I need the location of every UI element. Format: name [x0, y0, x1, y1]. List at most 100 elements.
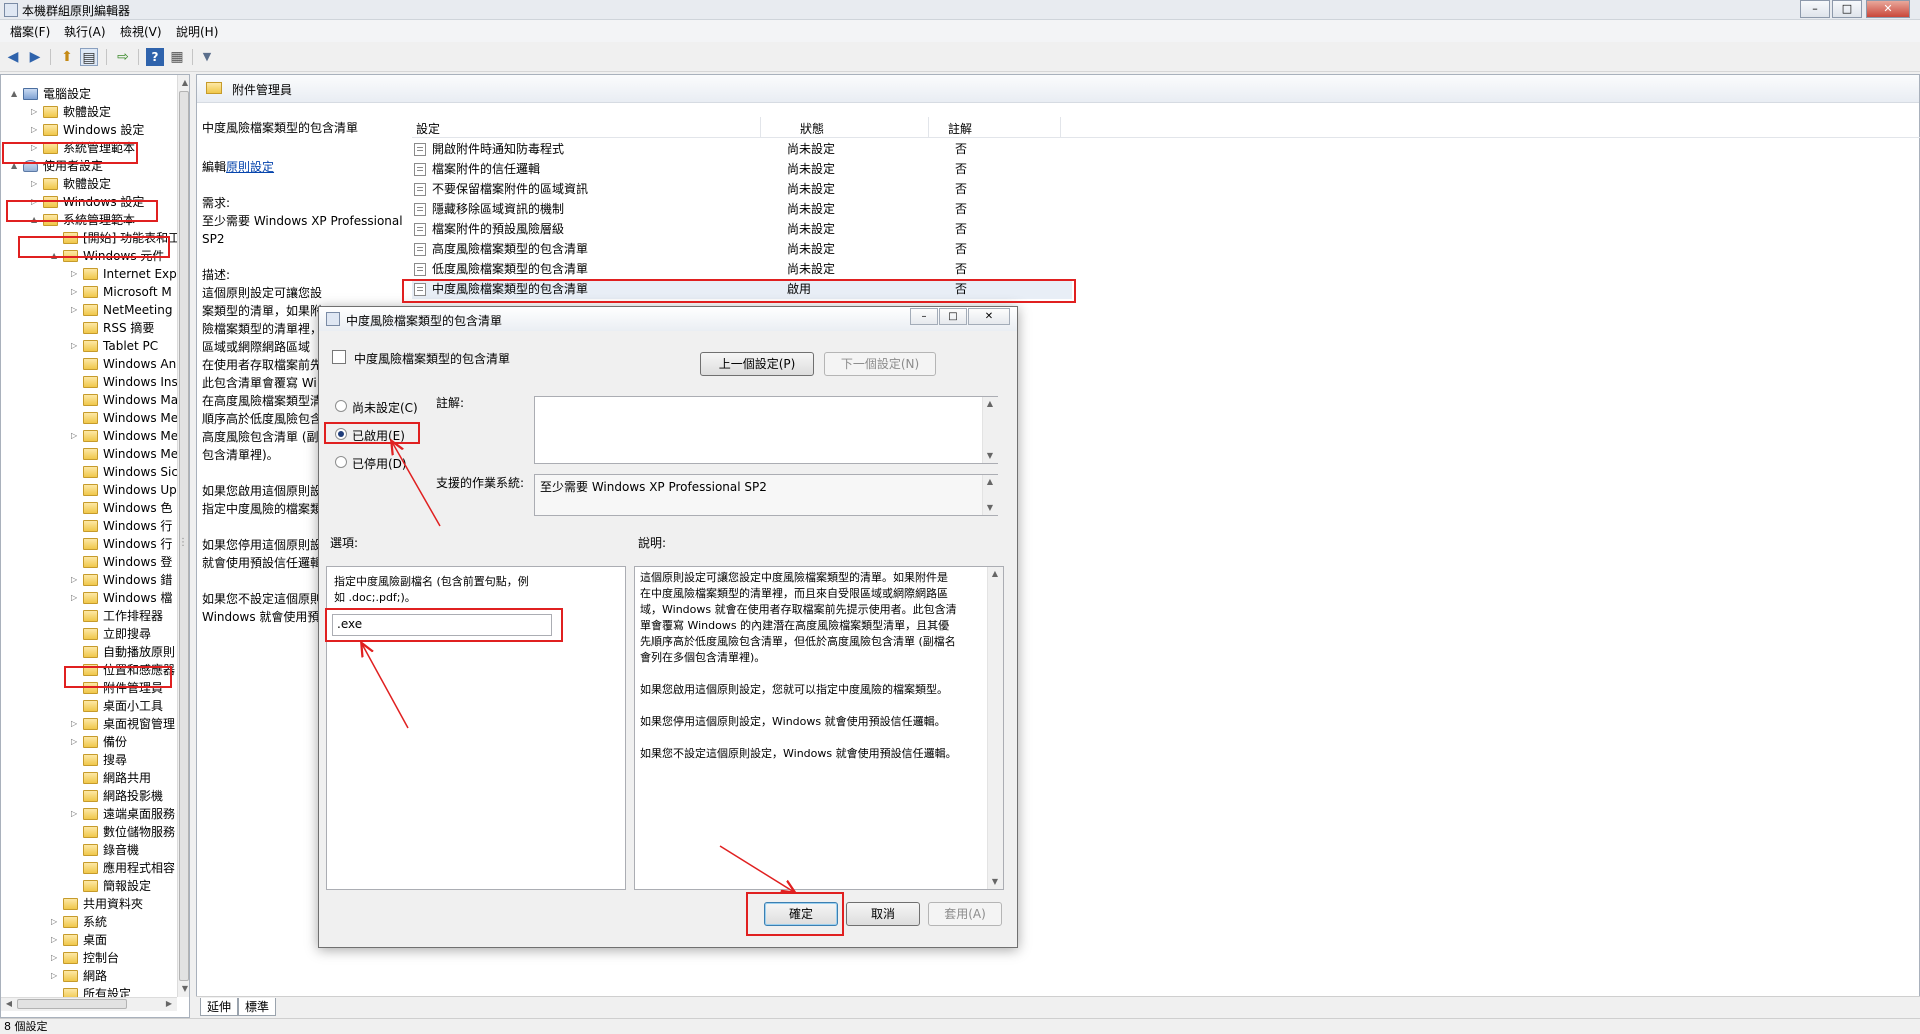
dialog-close-button[interactable]: ✕	[968, 308, 1010, 325]
tree-node[interactable]: ▷ Internet Expl	[1, 265, 180, 283]
tree-node[interactable]: Windows Ins	[1, 373, 178, 391]
tree-node[interactable]: 數位儲物服務	[1, 823, 177, 841]
properties-icon[interactable]: ▦	[168, 48, 186, 66]
setting-row[interactable]: 高度風險檔案類型的包含清單 尚未設定 否	[412, 239, 1072, 259]
tree-node[interactable]: 網路共用	[1, 769, 177, 787]
tree-node[interactable]: 錄音機	[1, 841, 177, 859]
expand-arrow-icon[interactable]: ▷	[31, 121, 41, 139]
expand-arrow-icon[interactable]: ▷	[71, 265, 81, 283]
tree-node[interactable]: ▷ Windows 錯	[1, 571, 177, 589]
tree-node[interactable]: ▷ Microsoft M	[1, 283, 177, 301]
tree-node[interactable]: ▷ 控制台	[1, 949, 177, 967]
scroll-down-arrow-icon[interactable]: ▼	[983, 501, 997, 515]
expand-arrow-icon[interactable]: ▷	[31, 175, 41, 193]
edit-policy-link[interactable]: 原則設定	[226, 160, 274, 174]
tree-node[interactable]: 簡報設定	[1, 877, 177, 895]
tree-node[interactable]: ▷ 備份	[1, 733, 177, 751]
scroll-up-arrow-icon[interactable]: ▲	[983, 397, 997, 411]
tree-node[interactable]: Windows Me	[1, 445, 178, 463]
scroll-right-arrow-icon[interactable]: ▶	[162, 997, 176, 1011]
tree-node[interactable]: ▷ Windows 檔	[1, 589, 177, 607]
tree-node[interactable]: Windows 行	[1, 517, 177, 535]
apply-button[interactable]: 套用(A)	[928, 902, 1002, 926]
menu-help[interactable]: 說明(H)	[172, 23, 222, 40]
expand-arrow-icon[interactable]: ▷	[51, 931, 61, 949]
expand-arrow-icon[interactable]: ▷	[51, 913, 61, 931]
column-separator[interactable]	[760, 117, 761, 137]
setting-row[interactable]: 低度風險檔案類型的包含清單 尚未設定 否	[412, 259, 1072, 279]
setting-row[interactable]: 隱藏移除區域資訊的機制 尚未設定 否	[412, 199, 1072, 219]
scroll-up-arrow-icon[interactable]: ▲	[983, 475, 997, 489]
tree-node[interactable]: ▷ NetMeeting	[1, 301, 177, 319]
menu-action[interactable]: 執行(A)	[60, 23, 110, 40]
tree-node[interactable]: ▷ 網路	[1, 967, 177, 985]
tree-node[interactable]: ▷ Tablet PC	[1, 337, 177, 355]
dialog-maximize-button[interactable]: □	[939, 308, 967, 325]
forward-arrow-icon[interactable]: ▶	[26, 48, 44, 66]
radio-disabled-label[interactable]: 已停用(D)	[352, 455, 407, 472]
expand-arrow-icon[interactable]: ▷	[71, 283, 81, 301]
next-setting-button[interactable]: 下一個設定(N)	[824, 352, 936, 376]
expand-arrow-icon[interactable]: ▷	[71, 301, 81, 319]
scroll-left-arrow-icon[interactable]: ◀	[2, 997, 16, 1011]
collapse-arrow-icon[interactable]: ▲	[11, 85, 21, 103]
help-icon[interactable]: ?	[146, 48, 164, 66]
tree-node[interactable]: Windows An	[1, 355, 177, 373]
tree-node[interactable]: Windows Ma	[1, 391, 178, 409]
scroll-up-arrow-icon[interactable]: ▲	[178, 76, 189, 90]
tree-node[interactable]: RSS 摘要	[1, 319, 177, 337]
tree-node[interactable]: 桌面小工具	[1, 697, 177, 715]
tree-hscroll-thumb[interactable]	[17, 999, 127, 1009]
expand-arrow-icon[interactable]: ▷	[71, 427, 81, 445]
column-header-setting[interactable]: 設定	[416, 120, 440, 137]
up-folder-icon[interactable]: ⬆	[58, 48, 76, 66]
expand-arrow-icon[interactable]: ▷	[71, 733, 81, 751]
tree-node[interactable]: 立即搜尋	[1, 625, 177, 643]
expand-arrow-icon[interactable]: ▷	[71, 715, 81, 733]
tree-node[interactable]: Windows 登	[1, 553, 177, 571]
expand-arrow-icon[interactable]: ▷	[71, 589, 81, 607]
tree-node[interactable]: Windows 色	[1, 499, 177, 517]
setting-row[interactable]: 開啟附件時通知防毒程式 尚未設定 否	[412, 139, 1072, 159]
minimize-button[interactable]: –	[1800, 0, 1830, 18]
tree-node[interactable]: 工作排程器	[1, 607, 177, 625]
back-arrow-icon[interactable]: ◀	[4, 48, 22, 66]
column-separator[interactable]	[928, 117, 929, 137]
cancel-button[interactable]: 取消	[846, 902, 920, 926]
tree-node[interactable]: 自動播放原則	[1, 643, 177, 661]
filter-icon[interactable]: ▼	[198, 48, 216, 66]
expand-arrow-icon[interactable]: ▷	[51, 949, 61, 967]
tree-node[interactable]: 共用資料夾	[1, 895, 177, 913]
tree-node[interactable]: 搜尋	[1, 751, 177, 769]
radio-not-configured-label[interactable]: 尚未設定(C)	[352, 399, 418, 416]
tree-node[interactable]: ▲ 電腦設定	[1, 85, 177, 103]
tree-node[interactable]: ▷ 桌面視窗管理	[1, 715, 177, 733]
scroll-down-arrow-icon[interactable]: ▼	[988, 875, 1002, 889]
tree-scroll-thumb[interactable]	[179, 91, 189, 981]
column-header-comment[interactable]: 註解	[948, 120, 972, 137]
column-separator[interactable]	[1060, 117, 1061, 137]
tree-node[interactable]: ▷ 桌面	[1, 931, 177, 949]
tree-node[interactable]: Windows Me	[1, 409, 178, 427]
menu-file[interactable]: 檔案(F)	[6, 23, 54, 40]
setting-row[interactable]: 檔案附件的預設風險層級 尚未設定 否	[412, 219, 1072, 239]
tab-standard[interactable]: 標準	[238, 998, 277, 1016]
tree-node[interactable]: Windows 行	[1, 535, 177, 553]
show-hide-tree-icon[interactable]: ▤	[80, 48, 98, 66]
maximize-button[interactable]: □	[1832, 0, 1862, 18]
expand-arrow-icon[interactable]: ▷	[51, 967, 61, 985]
dialog-minimize-button[interactable]: –	[910, 308, 938, 325]
column-header-state[interactable]: 狀態	[800, 120, 824, 137]
menu-view[interactable]: 檢視(V)	[116, 23, 166, 40]
setting-row[interactable]: 不要保留檔案附件的區域資訊 尚未設定 否	[412, 179, 1072, 199]
help-scrollbar[interactable]	[987, 567, 1003, 889]
expand-arrow-icon[interactable]: ▷	[31, 103, 41, 121]
tree-node[interactable]: ▷ 系統	[1, 913, 177, 931]
comment-textarea[interactable]	[534, 396, 998, 464]
tree-node[interactable]: ▷ Windows 設定	[1, 121, 177, 139]
expand-arrow-icon[interactable]: ▷	[71, 571, 81, 589]
close-button[interactable]: ✕	[1866, 0, 1910, 18]
tree-node[interactable]: ▷ 遠端桌面服務	[1, 805, 177, 823]
tree-node[interactable]: ▷ Windows Me	[1, 427, 178, 445]
scroll-down-arrow-icon[interactable]: ▼	[983, 449, 997, 463]
